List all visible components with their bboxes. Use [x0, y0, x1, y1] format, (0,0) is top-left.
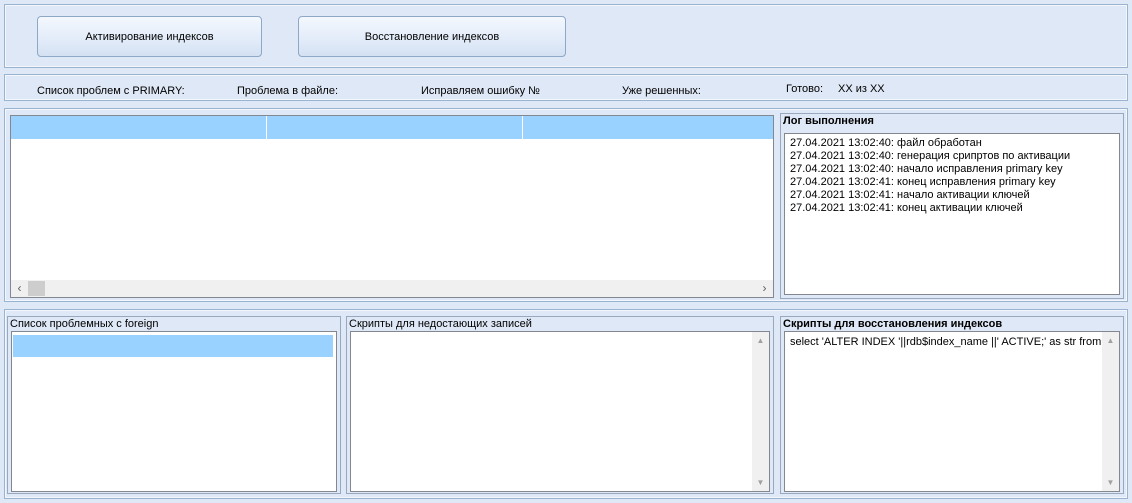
foreign-title: Список проблемных с foreign [10, 318, 159, 330]
missing-scripts-group: Скрипты для недостающих записей ▲ ▼ [346, 316, 774, 494]
log-line: 27.04.2021 13:02:40: файл обработан [790, 137, 982, 149]
log-line: 27.04.2021 13:02:40: начало исправления … [790, 163, 1063, 175]
restore-scripts-textarea[interactable]: select 'ALTER INDEX '||rdb$index_name ||… [784, 331, 1120, 492]
primary-list-label: Список проблем с PRIMARY: [37, 85, 185, 97]
log-group: Лог выполнения 27.04.2021 13:02:40: файл… [780, 113, 1124, 299]
chevron-left-icon[interactable]: ‹ [11, 280, 28, 297]
triangle-down-icon[interactable]: ▼ [752, 474, 769, 491]
fixing-error-label: Исправляем ошибку № [421, 85, 540, 97]
missing-scripts-vertical-scrollbar[interactable]: ▲ ▼ [752, 332, 769, 491]
solved-label: Уже решенных: [622, 85, 701, 97]
log-title: Лог выполнения [783, 115, 874, 127]
restore-scripts-vertical-scrollbar[interactable]: ▲ ▼ [1102, 332, 1119, 491]
activate-indexes-button[interactable]: Активирование индексов [37, 16, 262, 57]
log-list[interactable]: 27.04.2021 13:02:40: файл обработан 27.0… [784, 133, 1120, 295]
ready-value: XX из XX [838, 83, 885, 95]
scrollbar-thumb[interactable] [28, 281, 45, 296]
missing-scripts-title: Скрипты для недостающих записей [349, 318, 532, 330]
log-line: 27.04.2021 13:02:41: начало активации кл… [790, 189, 1030, 201]
toolbar-panel: Активирование индексов Восстановление ин… [4, 4, 1128, 68]
restore-indexes-button[interactable]: Восстановление индексов [298, 16, 566, 57]
log-line: 27.04.2021 13:02:40: генерация срипртов … [790, 150, 1071, 162]
primary-problems-grid[interactable]: ‹ › [10, 115, 774, 298]
chevron-right-icon[interactable]: › [756, 280, 773, 297]
triangle-down-icon[interactable]: ▼ [1102, 474, 1119, 491]
foreign-list-selected-item[interactable] [13, 335, 333, 357]
file-problem-label: Проблема в файле: [237, 85, 339, 97]
triangle-up-icon[interactable]: ▲ [752, 332, 769, 349]
log-line: 27.04.2021 13:02:41: конец исправления p… [790, 176, 1056, 188]
log-line: 27.04.2021 13:02:41: конец активации клю… [790, 202, 1023, 214]
grid-horizontal-scrollbar[interactable]: ‹ › [11, 280, 773, 297]
restore-scripts-group: Скрипты для восстановления индексов sele… [780, 316, 1124, 494]
bottom-panel: Список проблемных с foreign Скрипты для … [4, 309, 1128, 499]
missing-scripts-textarea[interactable]: ▲ ▼ [350, 331, 770, 492]
middle-panel: ‹ › Лог выполнения 27.04.2021 13:02:40: … [4, 108, 1128, 302]
grid-header [11, 116, 773, 139]
grid-column-header-1[interactable] [11, 116, 267, 139]
grid-column-header-3[interactable] [523, 116, 773, 139]
foreign-list[interactable] [11, 331, 337, 492]
restore-scripts-title: Скрипты для восстановления индексов [783, 318, 1003, 330]
foreign-group: Список проблемных с foreign [7, 316, 341, 494]
restore-scripts-text: select 'ALTER INDEX '||rdb$index_name ||… [790, 336, 1101, 348]
grid-column-header-2[interactable] [267, 116, 523, 139]
status-panel: Список проблем с PRIMARY: Проблема в фай… [4, 74, 1128, 101]
triangle-up-icon[interactable]: ▲ [1102, 332, 1119, 349]
ready-label: Готово: [786, 83, 824, 95]
